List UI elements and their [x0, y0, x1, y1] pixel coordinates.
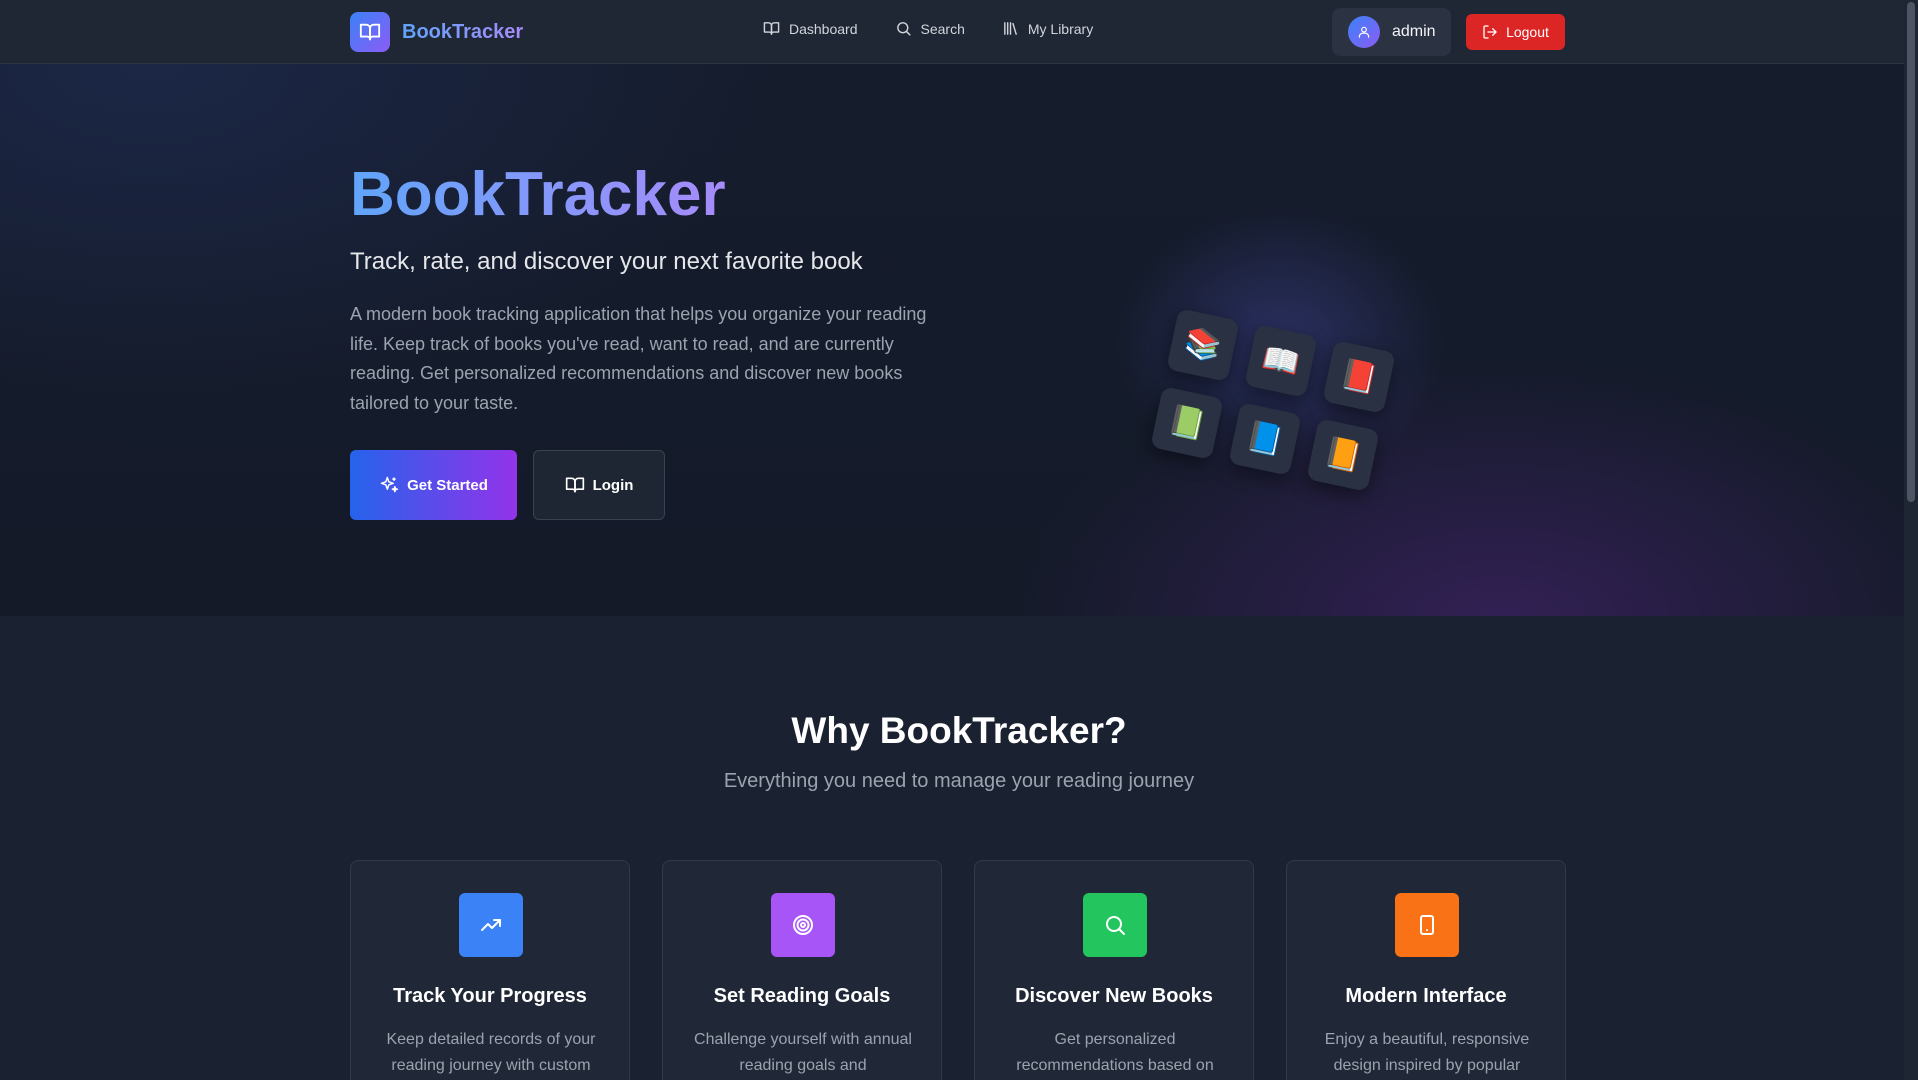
hero-subtitle: Track, rate, and discover your next favo… [350, 248, 863, 275]
features-title: Why BookTracker? [791, 710, 1127, 751]
features-subtitle: Everything you need to manage your readi… [723, 770, 1195, 792]
red-book-icon: 📕 [1322, 340, 1396, 414]
search-icon [896, 22, 911, 36]
features-section: Why BookTracker? Everything you need to … [0, 616, 1904, 1080]
feature-card-title: Track Your Progress [393, 985, 587, 1007]
get-started-label: Get Started [407, 476, 488, 494]
feature-card-discover-books: Discover New Books Get personalized reco… [974, 860, 1254, 1080]
feature-card-modern-interface: Modern Interface Enjoy a beautiful, resp… [1286, 860, 1566, 1080]
feature-card-title: Modern Interface [1345, 985, 1507, 1007]
hero-section: BookTracker Track, rate, and discover yo… [0, 64, 1904, 616]
nav-label-my-library: My Library [1027, 20, 1094, 37]
nav-item-my-library[interactable]: My Library [1002, 20, 1093, 37]
orange-book-icon: 📙 [1306, 418, 1380, 492]
search-icon [1083, 893, 1147, 957]
feature-card-description: Keep detailed records of your reading jo… [386, 1031, 596, 1074]
feature-card-description: Get personalized recommendations based o… [1016, 1031, 1214, 1074]
nav-label-search: Search [920, 20, 965, 37]
avatar [1348, 16, 1380, 48]
top-navbar: BookTracker Dashboard Search My Library [0, 0, 1904, 64]
logout-icon [1483, 25, 1497, 39]
book-illustration: 📚 📖 📕 📗 📘 📙 [1100, 194, 1460, 494]
books-stack-icon: 📚 [1166, 308, 1240, 382]
feature-card-track-progress: Track Your Progress Keep detailed record… [350, 860, 630, 1080]
feature-card-reading-goals: Set Reading Goals Challenge yourself wit… [662, 860, 942, 1080]
nav-item-search[interactable]: Search [895, 20, 965, 37]
book-open-icon [763, 22, 780, 35]
target-icon [771, 893, 835, 957]
scrollbar-thumb[interactable] [1907, 2, 1915, 502]
user-menu[interactable]: admin [1332, 8, 1451, 56]
book-open-icon [350, 12, 390, 52]
hero-description: A modern book tracking application that … [350, 304, 927, 413]
brand-name: BookTracker [402, 20, 524, 43]
login-button[interactable]: Login [533, 450, 665, 520]
tablet-icon [1395, 893, 1459, 957]
trending-up-icon [459, 893, 523, 957]
page: BookTracker Dashboard Search My Library [0, 0, 1918, 1080]
login-label: Login [592, 476, 634, 494]
sparkles-icon [380, 476, 399, 493]
hero-title: BookTracker [350, 158, 726, 232]
library-icon [1003, 22, 1017, 35]
feature-card-description: Enjoy a beautiful, responsive design ins… [1324, 1031, 1530, 1074]
nav-label-dashboard: Dashboard [789, 20, 858, 37]
feature-card-title: Discover New Books [1015, 985, 1213, 1007]
nav-item-dashboard[interactable]: Dashboard [763, 20, 858, 37]
logout-label: Logout [1506, 24, 1549, 40]
brand[interactable]: BookTracker [350, 12, 523, 52]
green-book-icon: 📗 [1150, 386, 1224, 460]
get-started-button[interactable]: Get Started [350, 450, 517, 520]
book-open-icon [565, 477, 584, 493]
blue-book-icon: 📘 [1228, 402, 1302, 476]
user-name: admin [1392, 23, 1436, 40]
feature-card-description: Challenge yourself with annual reading g… [694, 1031, 912, 1074]
user-icon [1358, 26, 1370, 38]
page-scrollbar[interactable] [1904, 0, 1918, 1080]
logout-button[interactable]: Logout [1466, 14, 1565, 50]
open-book-icon: 📖 [1244, 324, 1318, 398]
main-nav: Dashboard Search My Library [763, 20, 1093, 37]
feature-card-title: Set Reading Goals [713, 985, 891, 1007]
